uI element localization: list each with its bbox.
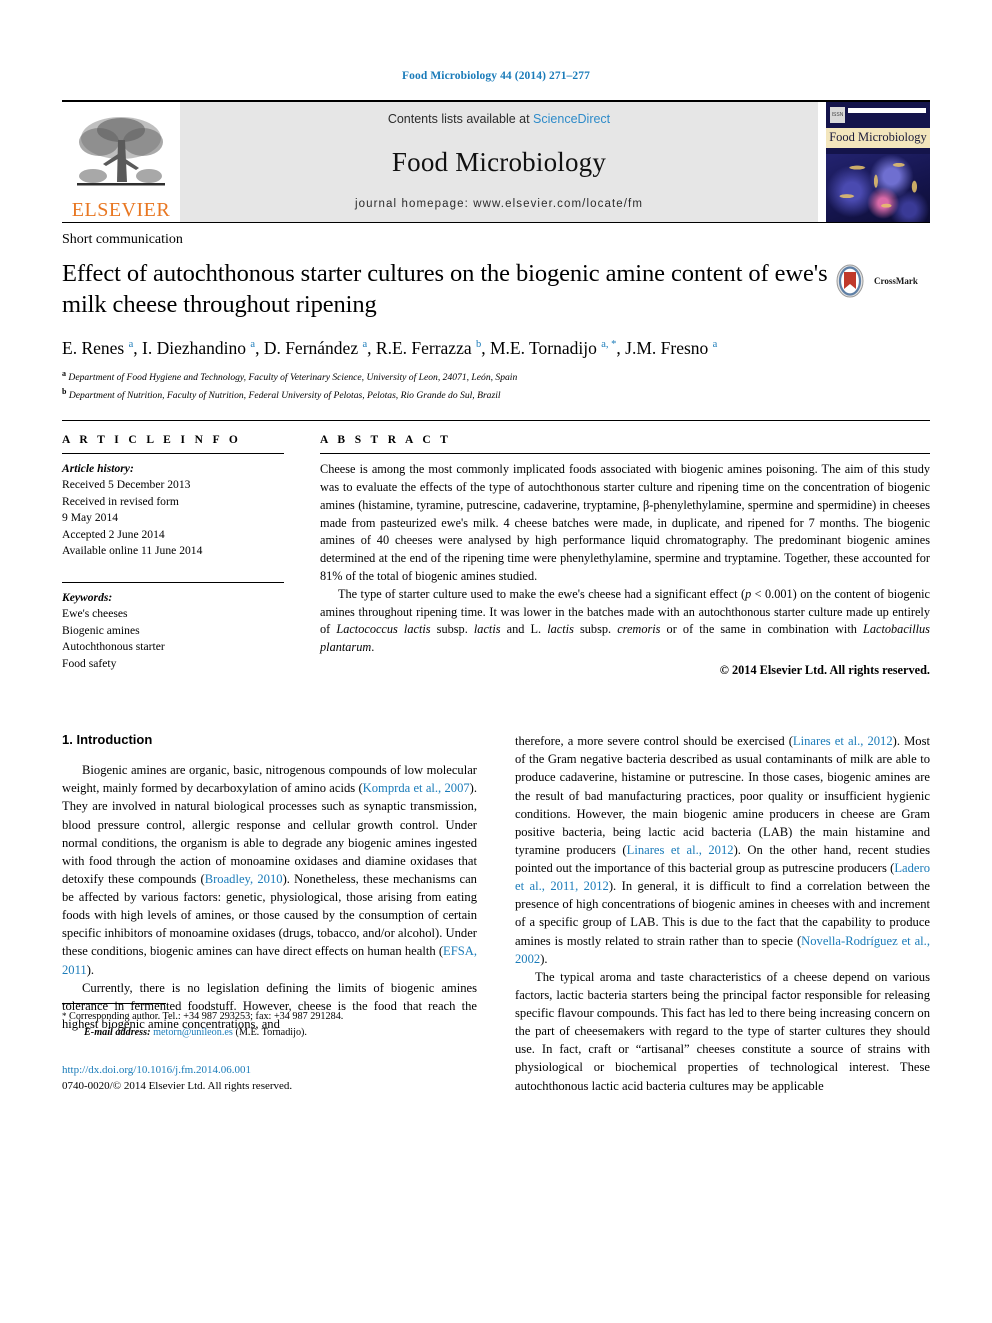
citation-link[interactable]: Linares et al., 2012 — [793, 734, 893, 748]
keyword-item: Biogenic amines — [62, 623, 140, 637]
footnote-area: * Corresponding author. Tel.: +34 987 29… — [62, 1003, 477, 1094]
body-columns: 1. Introduction Biogenic amines are orga… — [62, 732, 930, 1095]
journal-title: Food Microbiology — [391, 146, 607, 177]
abstract-p2-f: or of the same in combination with — [660, 622, 864, 637]
article-history-block: Article history: Received 5 December 201… — [62, 461, 284, 560]
abstract-column: A B S T R A C T Cheese is among the most… — [320, 434, 930, 678]
email-owner: (M.E. Tornadijo). — [235, 1026, 307, 1038]
abstract-p2-a: The type of starter culture used to make… — [338, 586, 746, 601]
journal-homepage-link[interactable]: journal homepage: www.elsevier.com/locat… — [355, 198, 643, 210]
body-column-left: 1. Introduction Biogenic amines are orga… — [62, 732, 477, 1095]
masthead-bottom-rule — [62, 222, 930, 223]
cover-artwork — [826, 154, 930, 222]
abstract-heading: A B S T R A C T — [320, 434, 452, 447]
footnote-star: * — [62, 1011, 67, 1022]
crossmark-badge[interactable]: CrossMark — [834, 259, 930, 299]
footnote-rule — [62, 1003, 166, 1005]
elsevier-wordmark: ELSEVIER — [71, 199, 171, 221]
intro-p1-b: ). They are involved in natural biologic… — [62, 781, 478, 886]
author-list: E. Renes a, I. Diezhandino a, D. Fernánd… — [62, 338, 718, 359]
species-name: lactis — [473, 622, 501, 637]
doi-block: http://dx.doi.org/10.1016/j.fm.2014.06.0… — [62, 1062, 477, 1095]
citation-link[interactable]: Linares et al., 2012 — [627, 843, 734, 857]
crossmark-icon — [836, 264, 864, 298]
contents-lists-line: Contents lists available at ScienceDirec… — [388, 112, 610, 126]
running-head: Food Microbiology 44 (2014) 271–277 — [402, 70, 590, 82]
affiliation-text-b: Department of Nutrition, Faculty of Nutr… — [68, 390, 501, 402]
page-title: Effect of autochthonous starter cultures… — [62, 260, 828, 318]
abstract-p2-g: . — [371, 640, 375, 655]
keyword-item: Autochthonous starter — [62, 640, 165, 654]
article-type-label: Short communication — [62, 232, 183, 247]
journal-masthead: ELSEVIER Contents lists available at Sci… — [62, 100, 930, 222]
article-info-heading: A R T I C L E I N F O — [62, 434, 242, 447]
info-and-abstract: A R T I C L E I N F O Article history: R… — [62, 420, 930, 678]
history-item: Received 5 December 2013 — [62, 478, 191, 492]
introduction-heading: 1. Introduction — [62, 732, 153, 748]
sciencedirect-link[interactable]: ScienceDirect — [533, 112, 610, 126]
journal-cover-thumbnail[interactable]: ISSN Food Microbiology — [826, 102, 930, 222]
affiliation-text-a: Department of Food Hygiene and Technolog… — [68, 372, 518, 384]
intro-p1-d: ). — [86, 962, 95, 977]
citation-link[interactable]: Broadley, 2010 — [205, 872, 283, 886]
abstract-p2-e: subsp. — [573, 622, 618, 637]
introduction-left-text: Biogenic amines are organic, basic, nitr… — [62, 761, 477, 1033]
article-info-column: A R T I C L E I N F O Article history: R… — [62, 434, 284, 678]
introduction-right-text: therefore, a more severe control should … — [515, 732, 930, 1095]
affiliation-mark-a: a — [62, 368, 66, 378]
history-item: Received in revised form — [62, 494, 179, 508]
abstract-body: Cheese is among the most commonly implic… — [320, 461, 930, 657]
crossmark-label: CrossMark — [874, 276, 918, 286]
keywords-block: Keywords: Ewe's cheeses Biogenic amines … — [62, 581, 284, 672]
history-item: 9 May 2014 — [62, 511, 119, 525]
issn-copyright-line: 0740-0020/© 2014 Elsevier Ltd. All right… — [62, 1080, 293, 1093]
corresponding-author-text: Corresponding author. Tel.: +34 987 2932… — [69, 1011, 344, 1023]
intro-paragraph-2-right: therefore, a more severe control should … — [515, 732, 930, 968]
cover-issn-badge: ISSN — [830, 107, 845, 123]
history-item: Available online 11 June 2014 — [62, 544, 203, 558]
species-name: cremoris — [617, 622, 661, 637]
intro-p2-a: therefore, a more severe control should … — [515, 734, 793, 749]
doi-link[interactable]: http://dx.doi.org/10.1016/j.fm.2014.06.0… — [62, 1062, 477, 1079]
elsevier-logo: ELSEVIER — [62, 102, 180, 222]
affiliation-mark-b: b — [62, 387, 67, 397]
cover-top-bar — [848, 108, 926, 113]
abstract-paragraph-1: Cheese is among the most commonly implic… — [320, 462, 930, 583]
abstract-p2-d: and L. — [500, 622, 548, 637]
species-name: Lactococcus lactis — [336, 622, 431, 637]
intro-p2-b: ). Most of the Gram negative bacteria de… — [515, 734, 930, 857]
email-label: E-mail address: — [84, 1026, 151, 1038]
cover-journal-title: Food Microbiology — [826, 128, 930, 148]
intro-p2-e: ). — [540, 951, 548, 966]
article-info-rule — [62, 453, 284, 455]
email-link[interactable]: metorn@unileon.es — [153, 1027, 233, 1038]
species-name: lactis — [547, 622, 574, 637]
abstract-p2-c: subsp. — [430, 622, 474, 637]
affiliation-a: a Department of Food Hygiene and Technol… — [62, 368, 930, 386]
keywords-label: Keywords: — [62, 590, 113, 604]
abstract-rule — [320, 453, 930, 455]
article-history-label: Article history: — [62, 462, 134, 476]
corresponding-author-note: * Corresponding author. Tel.: +34 987 29… — [62, 1009, 477, 1039]
body-column-right: therefore, a more severe control should … — [515, 732, 930, 1095]
journal-band: Contents lists available at ScienceDirec… — [180, 102, 818, 222]
intro-paragraph-3: The typical aroma and taste characterist… — [515, 969, 930, 1093]
abstract-paragraph-2: The type of starter culture used to make… — [320, 586, 930, 657]
contents-prefix: Contents lists available at — [387, 112, 534, 126]
elsevier-tree-icon — [77, 117, 165, 186]
keywords-rule — [62, 581, 284, 583]
article-page: Food Microbiology 44 (2014) 271–277 ELSE… — [0, 0, 992, 1323]
history-item: Accepted 2 June 2014 — [62, 527, 165, 541]
copyright-line: © 2014 Elsevier Ltd. All rights reserved… — [719, 663, 930, 678]
intro-paragraph-1: Biogenic amines are organic, basic, nitr… — [62, 761, 477, 979]
keyword-item: Food safety — [62, 656, 117, 670]
citation-link[interactable]: Komprda et al., 2007 — [363, 781, 470, 795]
affiliation-b: b Department of Nutrition, Faculty of Nu… — [62, 386, 930, 404]
keyword-item: Ewe's cheeses — [62, 607, 128, 621]
